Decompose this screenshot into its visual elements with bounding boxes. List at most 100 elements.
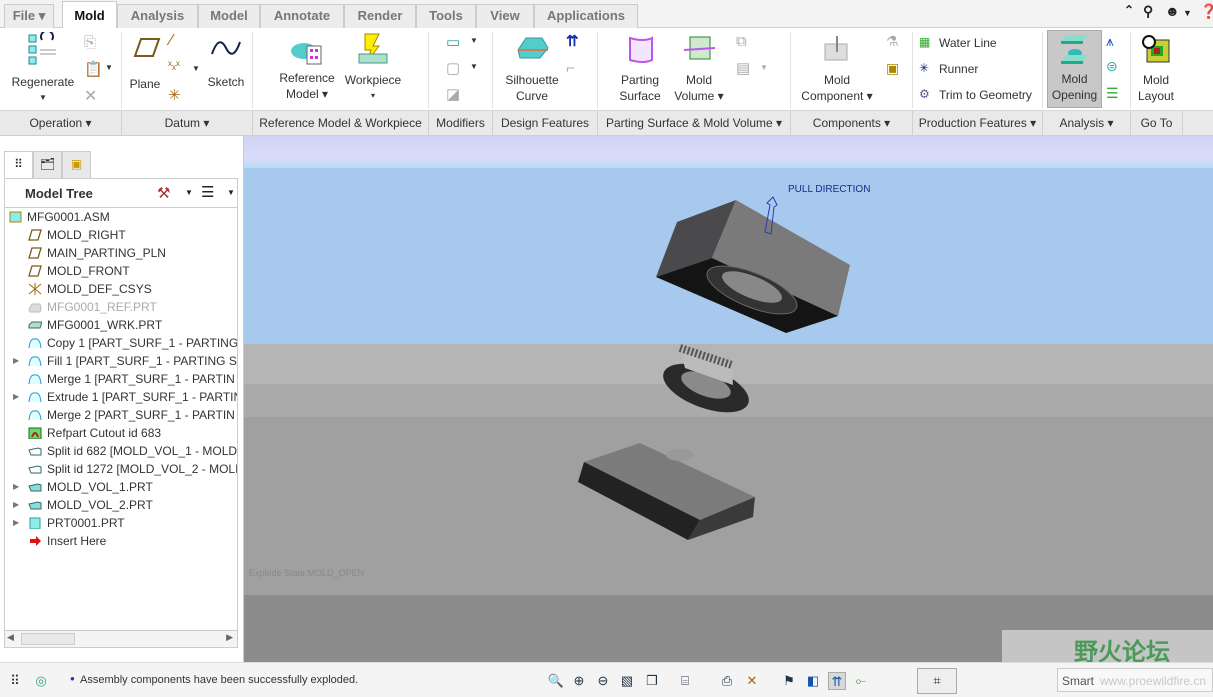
reference-model-dropdown[interactable]: Model ▾	[276, 86, 338, 102]
molded-part-gear[interactable]	[657, 344, 755, 422]
copy-icon[interactable]: ⎘	[84, 34, 96, 51]
zoom-in-icon[interactable]: ⊕	[570, 672, 588, 690]
shutoff-icon[interactable]: ⌐	[566, 60, 575, 77]
sketch-button[interactable]: Sketch	[204, 34, 248, 90]
tab-model-tree[interactable]: ⠿	[4, 151, 33, 178]
tab-view[interactable]: View	[476, 4, 534, 28]
browser-toggle-icon[interactable]: ◎	[32, 672, 50, 690]
mold-opening-button[interactable]: Mold Opening	[1047, 30, 1102, 108]
mold-volume-dropdown[interactable]: Volume ▾	[668, 88, 730, 104]
regenerate-button[interactable]: Regenerate ▼	[6, 29, 80, 106]
tab-mold[interactable]: Mold	[62, 1, 117, 29]
mold-layout-button[interactable]: Mold Layout	[1133, 34, 1179, 104]
group-analysis[interactable]: Analysis ▾	[1043, 111, 1131, 136]
tab-render[interactable]: Render	[344, 4, 416, 28]
expand-arrow-icon[interactable]: ▶	[13, 388, 21, 406]
tree-horizontal-scrollbar[interactable]: ◀ ▶	[4, 630, 238, 648]
refit-icon[interactable]: 🔍	[547, 672, 565, 690]
expand-arrow-icon[interactable]: ▶	[13, 478, 21, 496]
project-icon[interactable]: ▭	[446, 33, 460, 51]
tab-folder-browser[interactable]: 🗂	[33, 151, 62, 178]
upper-mold-half[interactable]	[656, 200, 850, 333]
project-dropdown-icon[interactable]: ▼	[470, 36, 478, 45]
zoom-out-icon[interactable]: ⊖	[594, 672, 612, 690]
group-parting-surface-mold-volume[interactable]: Parting Surface & Mold Volume ▾	[598, 111, 791, 136]
community-icon[interactable]: ☻	[1165, 3, 1180, 19]
tab-favorites[interactable]: ▣	[62, 151, 91, 178]
cast-icon[interactable]: ⚗	[886, 33, 899, 50]
draft-check-icon[interactable]: ⇈	[566, 32, 579, 50]
help-icon[interactable]: ❓	[1200, 3, 1213, 20]
csys-icon[interactable]: ✳	[168, 86, 181, 104]
mold-component-button[interactable]: Mold Component ▾	[795, 34, 879, 104]
annotation-display-icon[interactable]: ⚑	[780, 672, 798, 690]
runner-button[interactable]: Runner	[939, 62, 978, 76]
draft-analysis-icon[interactable]: ⩚	[1106, 33, 1114, 50]
datum-display-icon[interactable]: ✕	[743, 672, 761, 690]
reference-model-button[interactable]: Reference Model ▾	[276, 34, 338, 102]
tree-columns-icon[interactable]: ☰	[201, 183, 214, 201]
scroll-left-icon[interactable]: ◀	[7, 632, 14, 643]
volume-dropdown-icon[interactable]: ▼	[760, 63, 768, 72]
regenerate-dropdown-icon[interactable]: ▼	[6, 90, 80, 106]
split-volume-icon[interactable]: ⧉	[736, 33, 747, 50]
model-tree-toggle-icon[interactable]: ⠿	[6, 672, 24, 690]
group-production-features[interactable]: Production Features ▾	[913, 111, 1043, 136]
community-dropdown-icon[interactable]: ▼	[1183, 8, 1192, 18]
thickness-check-icon[interactable]: ☰	[1106, 85, 1119, 102]
expand-arrow-icon[interactable]: ▶	[13, 514, 21, 532]
display-style-icon[interactable]: ❒	[643, 672, 661, 690]
projected-area-icon[interactable]: ⊜	[1106, 58, 1118, 75]
selection-filter-dropdown[interactable]: Smart www.proewildfire.cn	[1057, 668, 1213, 692]
intersect-icon[interactable]: ▢	[446, 59, 460, 77]
repaint-icon[interactable]: ▧	[618, 672, 636, 690]
workpiece-button[interactable]: Workpiece ▾	[340, 32, 406, 104]
tab-applications[interactable]: Applications	[534, 4, 638, 28]
expand-arrow-icon[interactable]: ▶	[13, 496, 21, 514]
trim-to-geometry-button[interactable]: Trim to Geometry	[939, 88, 1032, 102]
saved-views-icon[interactable]: ⌸	[676, 672, 694, 690]
search-icon[interactable]: ⚲	[1143, 3, 1153, 20]
group-components[interactable]: Components ▾	[791, 111, 913, 136]
view-manager-icon[interactable]: ⎙	[718, 672, 736, 690]
silhouette-curve-button[interactable]: Silhouette Curve	[500, 34, 564, 104]
intersect-dropdown-icon[interactable]: ▼	[470, 62, 478, 71]
dimension-display-icon[interactable]: ⟜	[852, 672, 870, 690]
tab-file[interactable]: File ▾	[4, 4, 54, 28]
parting-surface-button[interactable]: Parting Surface	[612, 34, 668, 104]
paste-dropdown-icon[interactable]: ▼	[105, 63, 113, 72]
offset-icon[interactable]: ◪	[446, 85, 460, 103]
delete-icon[interactable]: ✕	[84, 86, 97, 106]
find-button[interactable]: ⌗	[917, 668, 957, 694]
group-datum[interactable]: Datum ▾	[122, 111, 253, 136]
tab-analysis[interactable]: Analysis	[117, 4, 198, 28]
workpiece-dropdown[interactable]: ▾	[340, 88, 406, 104]
expand-arrow-icon[interactable]: ▶	[13, 352, 21, 370]
minimize-ribbon-icon[interactable]: ⌃	[1124, 3, 1134, 17]
tab-model[interactable]: Model	[198, 4, 260, 28]
mold-volume-button[interactable]: Mold Volume ▾	[668, 34, 730, 104]
water-line-button[interactable]: Water Line	[939, 36, 997, 50]
graphics-viewport[interactable]: PULL DIRECTION Explode State:MOLD_OPEN 野…	[244, 136, 1213, 662]
pull-direction-display-icon[interactable]: ⇈	[828, 672, 846, 690]
tab-annotate[interactable]: Annotate	[260, 4, 344, 28]
workpiece-icon	[358, 33, 388, 64]
scroll-thumb[interactable]	[21, 633, 75, 645]
group-operation[interactable]: Operation ▾	[0, 111, 122, 136]
axis-icon[interactable]: ⁄	[170, 32, 173, 50]
tree-settings-icon[interactable]: ⚒	[157, 184, 170, 202]
spin-center-icon[interactable]: ◧	[804, 672, 822, 690]
point-icon[interactable]: ˣₓˣ	[168, 58, 180, 72]
tab-tools[interactable]: Tools	[416, 4, 476, 28]
tree-columns-dropdown-icon[interactable]: ▼	[227, 188, 235, 197]
plane-button[interactable]: Plane	[126, 36, 164, 92]
mold-model-3d[interactable]: PULL DIRECTION	[244, 136, 1213, 662]
paste-icon[interactable]: 📋	[84, 60, 103, 78]
scroll-right-icon[interactable]: ▶	[226, 632, 233, 643]
lower-mold-half[interactable]	[578, 443, 755, 540]
mold-layout-sheet-icon[interactable]: ▣	[886, 60, 899, 77]
tree-settings-dropdown-icon[interactable]: ▼	[185, 188, 193, 197]
point-dropdown-icon[interactable]: ▼	[192, 64, 200, 73]
volume-table-icon[interactable]: ▤	[736, 59, 750, 77]
mold-component-dropdown[interactable]: Component ▾	[795, 88, 879, 104]
